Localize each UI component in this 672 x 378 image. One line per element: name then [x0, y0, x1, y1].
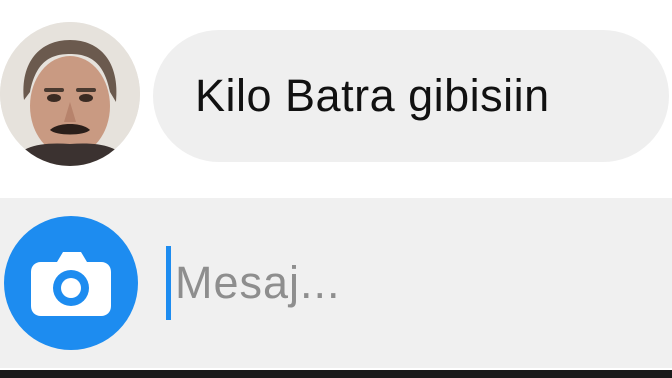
- text-cursor: [166, 246, 171, 320]
- avatar-photo: [0, 22, 140, 166]
- message-composer: Mesaj...: [0, 198, 672, 368]
- camera-icon: [31, 252, 111, 316]
- bottom-divider: [0, 370, 672, 378]
- message-input[interactable]: Mesaj...: [166, 238, 656, 328]
- camera-button[interactable]: [4, 216, 138, 350]
- message-input-placeholder: Mesaj...: [175, 257, 341, 308]
- chat-screen: Kilo Batra gibisiin Mesaj...: [0, 0, 672, 378]
- avatar[interactable]: [0, 22, 140, 166]
- message-bubble[interactable]: Kilo Batra gibisiin: [153, 30, 669, 162]
- message-text: Kilo Batra gibisiin: [195, 70, 550, 121]
